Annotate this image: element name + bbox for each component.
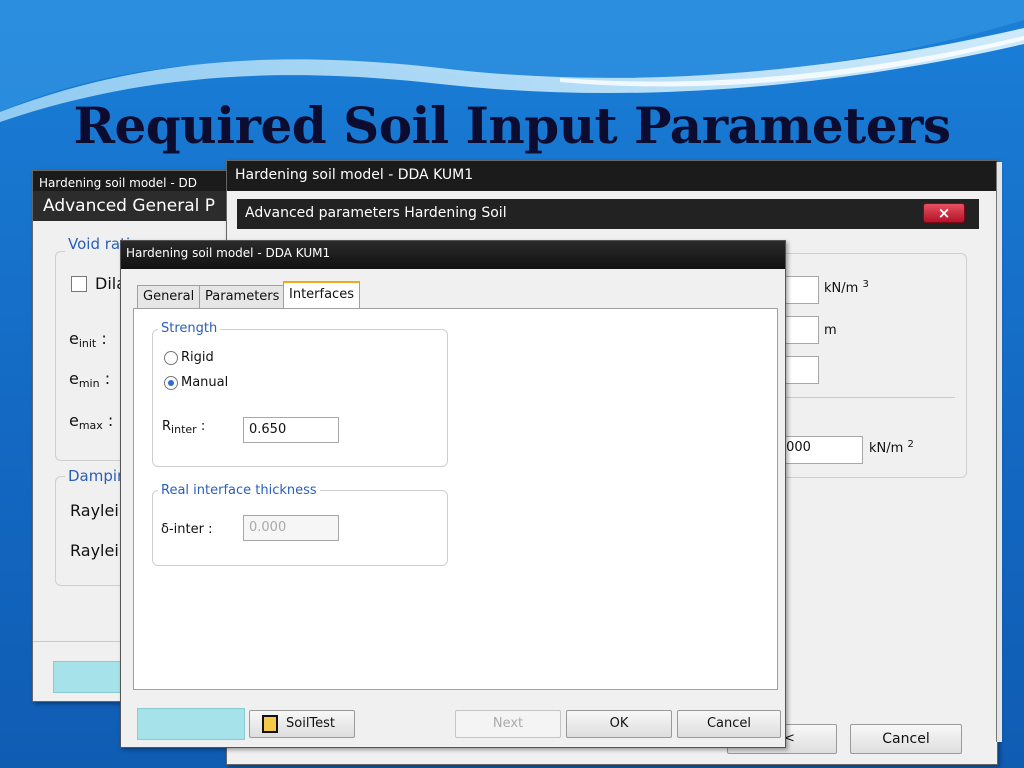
soiltest-icon (262, 715, 278, 733)
tab-parameters[interactable]: Parameters (199, 285, 286, 309)
dilatancy-checkbox[interactable] (71, 276, 87, 292)
next-button[interactable]: Next (455, 710, 561, 738)
strength-legend: Strength (158, 321, 221, 336)
rigid-radio[interactable] (164, 351, 178, 365)
soiltest-color-swatch[interactable] (137, 708, 245, 740)
unit-weight-unit: kN/m 3 (824, 279, 869, 296)
middle-group-divider (777, 397, 955, 398)
e-min-label: emin : (69, 369, 111, 390)
soiltest-label: SoilTest (286, 716, 336, 731)
rayleigh-alpha-label: Raylei (70, 501, 119, 520)
thickness-legend: Real interface thickness (158, 483, 320, 498)
right-window-edge (996, 162, 1002, 742)
middle-cancel-button[interactable]: Cancel (850, 724, 962, 754)
middle-window-titlebar: Hardening soil model - DDA KUM1 (227, 161, 997, 191)
r-inter-label: Rinter : (162, 419, 206, 436)
stress-input[interactable]: .000 (777, 436, 863, 464)
soiltest-button[interactable]: SoilTest (249, 710, 355, 738)
e-init-label: einit : (69, 329, 107, 350)
tab-interfaces[interactable]: Interfaces (283, 281, 360, 308)
ok-button[interactable]: OK (566, 710, 672, 738)
advanced-params-title: Advanced parameters Hardening Soil (245, 205, 507, 221)
close-button[interactable]: × (923, 203, 965, 223)
manual-radio[interactable] (164, 376, 178, 390)
middle-window-subtitle: Advanced parameters Hardening Soil (237, 199, 979, 229)
length-input[interactable] (785, 316, 819, 344)
close-icon: × (937, 204, 951, 222)
e-max-label: emax : (69, 411, 114, 432)
cancel-button[interactable]: Cancel (677, 710, 781, 738)
third-param-input[interactable] (785, 356, 819, 384)
length-unit: m (824, 323, 837, 338)
stress-unit: kN/m 2 (869, 439, 914, 456)
manual-label: Manual (181, 375, 229, 390)
delta-inter-label: δ-inter : (161, 522, 213, 537)
rayleigh-beta-label: Raylei (70, 541, 119, 560)
slide-title: Required Soil Input Parameters (73, 96, 951, 155)
delta-inter-input[interactable]: 0.000 (243, 515, 339, 541)
front-window-titlebar: Hardening soil model - DDA KUM1 (121, 241, 785, 269)
front-window: Hardening soil model - DDA KUM1 General … (120, 240, 786, 748)
tab-general[interactable]: General (137, 285, 201, 309)
tab-panel: Strength Rigid Manual Rinter : 0.650 Rea… (133, 308, 778, 690)
unit-weight-input[interactable] (785, 276, 819, 304)
damping-legend: Dampir (65, 467, 127, 485)
r-inter-input[interactable]: 0.650 (243, 417, 339, 443)
back-window-subtitle: Advanced General P (33, 191, 231, 221)
rigid-label: Rigid (181, 350, 214, 365)
